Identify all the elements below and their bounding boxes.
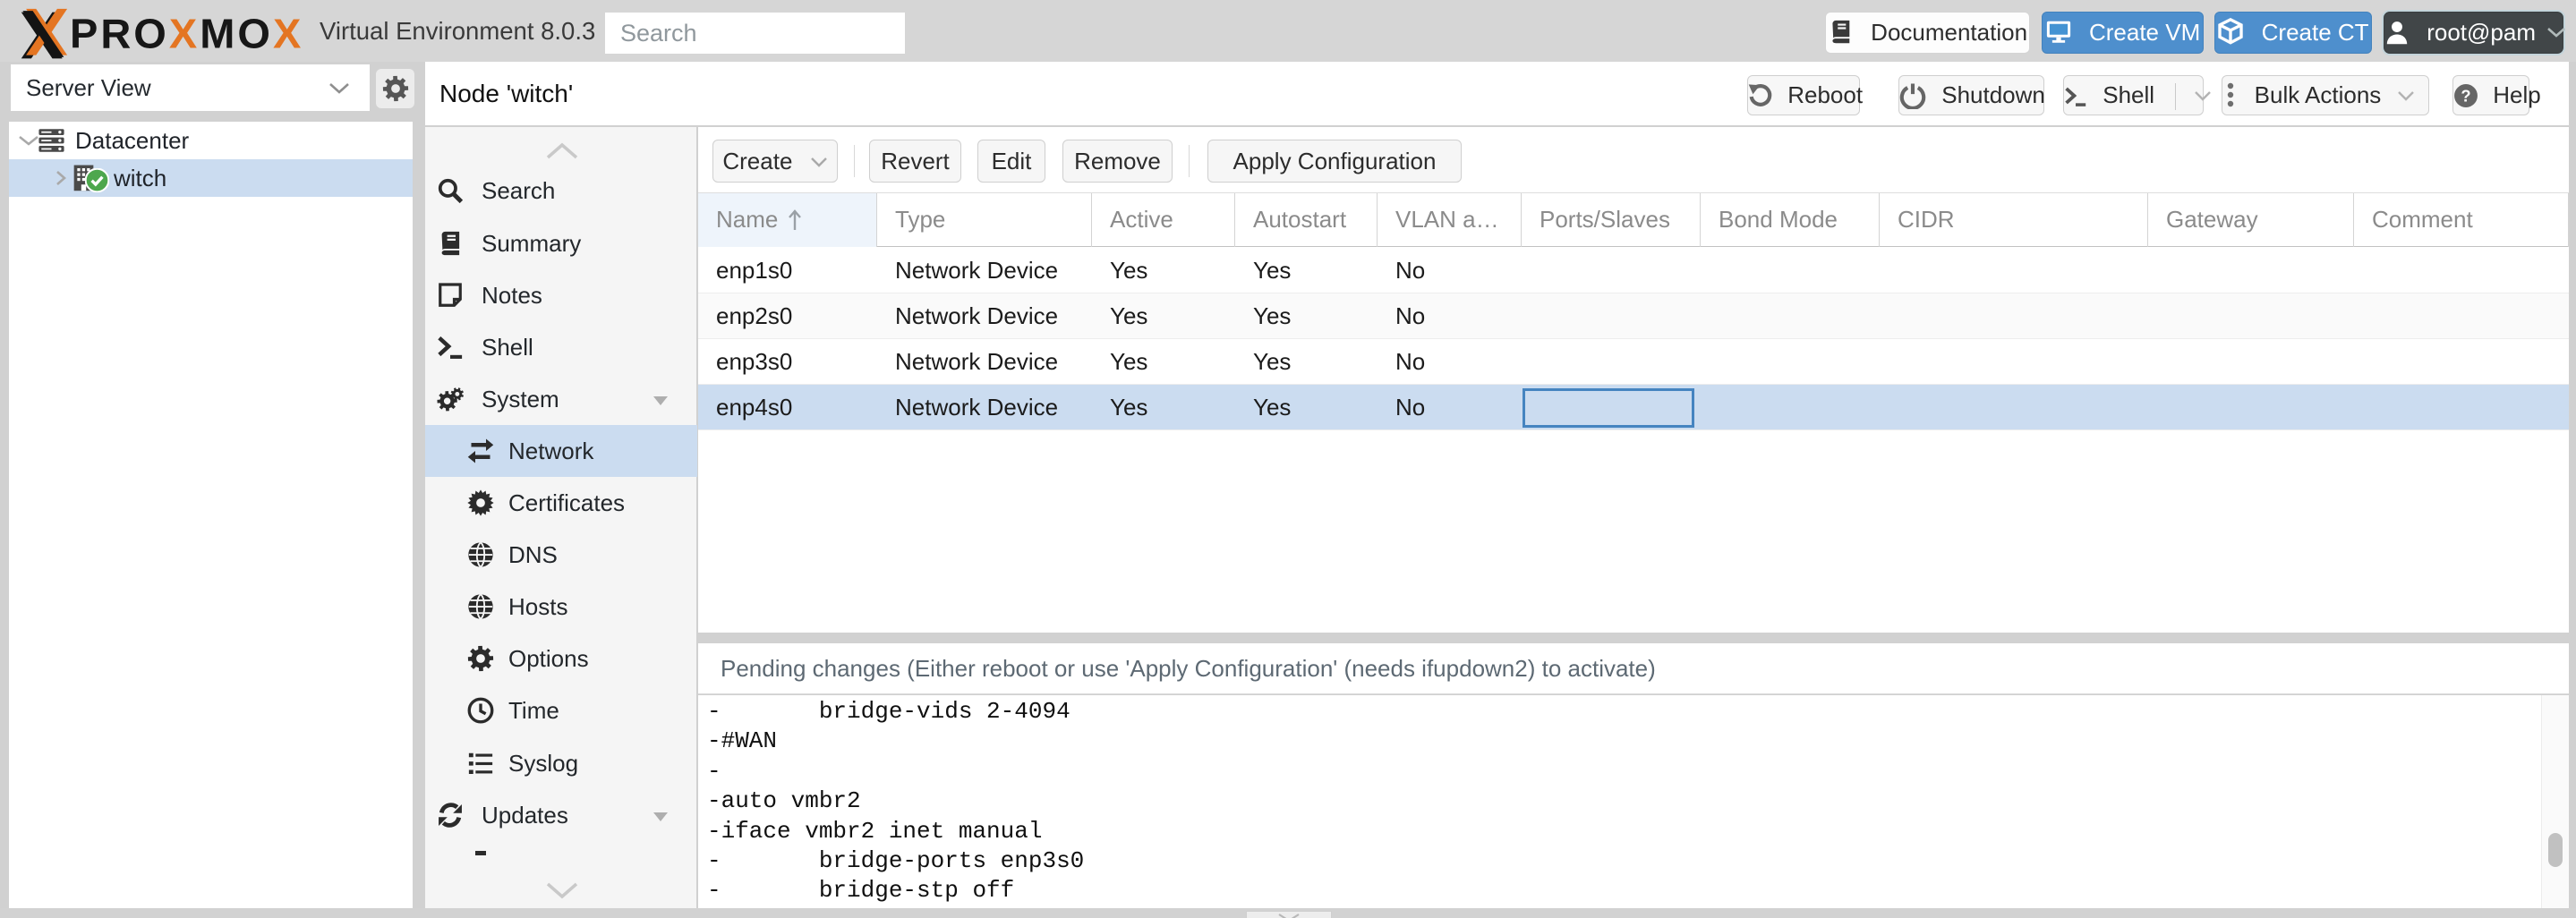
svg-text:?: ?: [2461, 86, 2470, 105]
